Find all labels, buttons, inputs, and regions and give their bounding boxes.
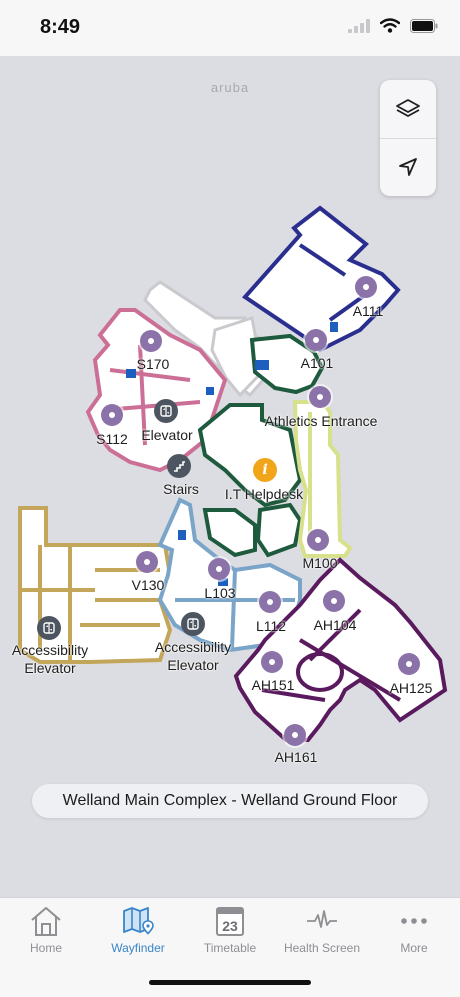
pin-ah151[interactable]	[261, 651, 283, 673]
calendar-icon: 23	[216, 907, 244, 936]
pin-ah161[interactable]	[284, 724, 306, 746]
signal-icon	[348, 18, 370, 33]
label-m100[interactable]: M100	[302, 554, 337, 572]
label-ah125[interactable]: AH125	[390, 679, 433, 697]
pin-m100[interactable]	[307, 529, 329, 551]
label-stairs[interactable]: Stairs	[163, 480, 199, 498]
battery-icon	[410, 18, 438, 33]
label-helpdesk[interactable]: I.T Helpdesk	[225, 485, 303, 503]
pin-l112[interactable]	[259, 591, 281, 613]
tab-home[interactable]: Home	[0, 904, 92, 955]
pin-v130[interactable]	[136, 551, 158, 573]
tab-home-label: Home	[29, 941, 62, 955]
location-banner[interactable]: Welland Main Complex - Welland Ground Fl…	[32, 784, 428, 818]
locate-button[interactable]	[380, 138, 436, 196]
elevator-room	[206, 387, 214, 395]
layers-icon	[396, 99, 420, 117]
calendar-day: 23	[222, 918, 238, 934]
tab-health-screen[interactable]: Health Screen	[276, 904, 368, 955]
indoor-map[interactable]: aruba A111 A101 S170 Athletics Entrance …	[0, 56, 460, 897]
tab-wayfinder[interactable]: Wayfinder	[92, 904, 184, 955]
label-elevator-s[interactable]: Elevator	[141, 426, 192, 444]
wifi-icon	[380, 18, 400, 33]
home-indicator	[149, 980, 311, 985]
label-accessibility-elevator-left[interactable]: Accessibility Elevator	[12, 641, 88, 677]
label-ah161[interactable]: AH161	[275, 748, 318, 766]
map-controls	[380, 80, 436, 196]
status-time: 8:49	[40, 16, 81, 38]
label-l103[interactable]: L103	[204, 584, 235, 602]
map-icon	[123, 907, 154, 935]
info-icon[interactable]: i	[253, 458, 277, 482]
pin-athletics[interactable]	[309, 386, 331, 408]
layers-button[interactable]	[380, 80, 436, 139]
navigation-arrow-icon	[399, 158, 417, 176]
pin-s112[interactable]	[101, 404, 123, 426]
label-a101[interactable]: A101	[301, 354, 334, 372]
tab-wayfinder-label: Wayfinder	[111, 941, 165, 955]
a-wing	[241, 205, 401, 353]
pin-ah125[interactable]	[398, 653, 420, 675]
accessibility-elevator-left-icon[interactable]	[37, 616, 61, 640]
label-ah151[interactable]: AH151	[252, 676, 295, 694]
accessibility-elevator-center-icon[interactable]	[181, 612, 205, 636]
label-ah104[interactable]: AH104	[314, 616, 357, 634]
tab-timetable[interactable]: 23 Timetable	[184, 904, 276, 955]
tab-more-label: More	[400, 941, 428, 955]
home-icon	[31, 907, 61, 936]
pin-ah104[interactable]	[323, 590, 345, 612]
pin-s170[interactable]	[140, 330, 162, 352]
pin-a111[interactable]	[355, 276, 377, 298]
elevator-s-icon[interactable]	[154, 399, 178, 423]
label-athletics[interactable]: Athletics Entrance	[265, 412, 378, 430]
label-s170[interactable]: S170	[137, 355, 170, 373]
tab-timetable-label: Timetable	[203, 941, 257, 955]
more-dots-icon	[401, 918, 427, 924]
label-a111[interactable]: A111	[353, 302, 384, 320]
status-bar: 8:49	[0, 0, 460, 56]
pin-a101[interactable]	[305, 329, 327, 351]
label-l112[interactable]: L112	[256, 617, 286, 635]
stairs-icon[interactable]	[167, 454, 191, 478]
tab-more[interactable]: More	[368, 904, 460, 955]
label-accessibility-elevator-center[interactable]: Accessibility Elevator	[155, 638, 231, 674]
tab-health-screen-label: Health Screen	[283, 941, 361, 955]
label-s112[interactable]: S112	[96, 430, 128, 448]
heartbeat-icon	[307, 910, 337, 928]
status-icons	[348, 18, 438, 33]
label-v130[interactable]: V130	[132, 576, 165, 594]
pin-l103[interactable]	[208, 558, 230, 580]
